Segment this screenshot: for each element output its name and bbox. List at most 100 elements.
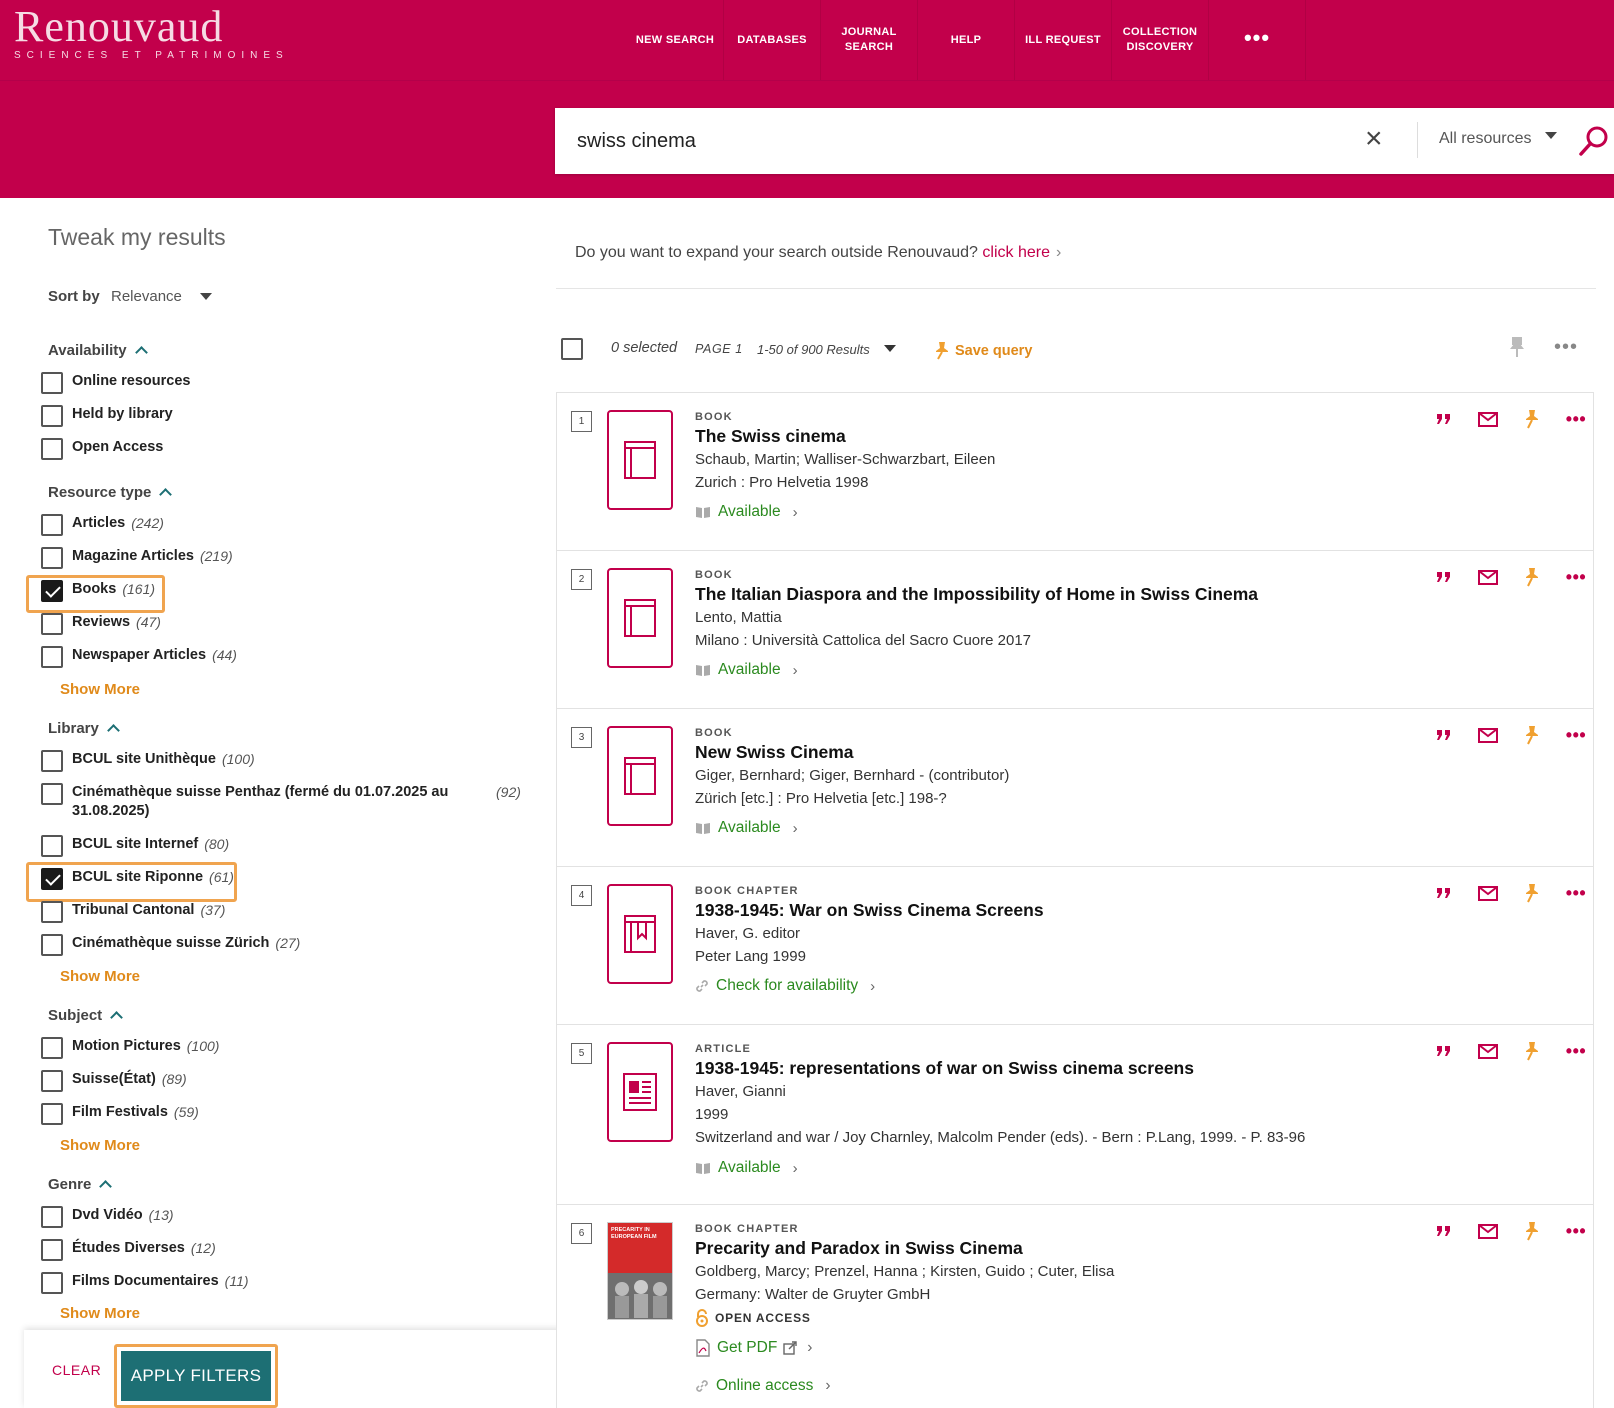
result-number[interactable]: 1 bbox=[571, 411, 592, 432]
checkbox[interactable] bbox=[41, 1239, 63, 1261]
select-all-checkbox[interactable] bbox=[561, 338, 583, 360]
result-title[interactable]: 1938-1945: War on Swiss Cinema Screens bbox=[695, 900, 1044, 921]
email-icon[interactable] bbox=[1466, 407, 1510, 431]
nav-new-search[interactable]: NEW SEARCH bbox=[627, 0, 724, 80]
facet-option[interactable]: Held by library bbox=[41, 405, 173, 427]
results-dropdown-icon[interactable] bbox=[884, 345, 896, 352]
nav-more-icon[interactable]: ••• bbox=[1209, 0, 1306, 80]
result-title[interactable]: The Italian Diaspora and the Impossibili… bbox=[695, 584, 1258, 605]
facet-option-selected[interactable]: BCUL site Riponne (61) bbox=[41, 868, 234, 890]
online-access-link[interactable]: Online access › bbox=[695, 1377, 831, 1395]
clear-filters-button[interactable]: CLEAR bbox=[52, 1362, 101, 1378]
availability-link[interactable]: Available › bbox=[695, 1159, 798, 1177]
checkbox[interactable] bbox=[41, 901, 63, 923]
clear-search-icon[interactable]: × bbox=[1365, 124, 1383, 154]
email-icon[interactable] bbox=[1466, 565, 1510, 589]
more-options-icon[interactable]: ••• bbox=[1554, 336, 1578, 359]
facet-option[interactable]: BCUL site Unithèque (100) bbox=[41, 750, 255, 772]
more-actions-icon[interactable]: ••• bbox=[1554, 407, 1598, 431]
get-pdf-link[interactable]: Get PDF › bbox=[695, 1339, 812, 1357]
pin-icon[interactable] bbox=[1510, 1219, 1554, 1243]
cite-icon[interactable] bbox=[1422, 1039, 1466, 1063]
checkbox[interactable] bbox=[41, 1272, 63, 1294]
sort-dropdown-icon[interactable] bbox=[200, 293, 212, 300]
checkbox[interactable] bbox=[41, 1103, 63, 1125]
more-actions-icon[interactable]: ••• bbox=[1554, 1039, 1598, 1063]
cover-image[interactable]: PRECARITY IN EUROPEAN FILM bbox=[607, 1222, 673, 1320]
checkbox-checked[interactable] bbox=[41, 580, 63, 602]
nav-ill-request[interactable]: ILL REQUEST bbox=[1015, 0, 1112, 80]
result-item[interactable]: 6 PRECARITY IN EUROPEAN FILM BOOK CHAPTE… bbox=[556, 1204, 1594, 1408]
availability-link[interactable]: Available › bbox=[695, 819, 798, 837]
facet-availability-toggle[interactable]: Availability bbox=[48, 342, 148, 359]
search-input[interactable] bbox=[577, 126, 1277, 156]
availability-link[interactable]: Available › bbox=[695, 503, 798, 521]
facet-option[interactable]: Magazine Articles (219) bbox=[41, 547, 233, 569]
facet-option-selected[interactable]: Books (161) bbox=[41, 580, 155, 602]
cite-icon[interactable] bbox=[1422, 407, 1466, 431]
show-more-library[interactable]: Show More bbox=[60, 968, 140, 985]
result-item[interactable]: 2 BOOK The Italian Diaspora and the Impo… bbox=[556, 550, 1594, 708]
save-query-button[interactable]: Save query bbox=[933, 340, 1032, 360]
result-title[interactable]: 1938-1945: representations of war on Swi… bbox=[695, 1058, 1194, 1079]
checkbox[interactable] bbox=[41, 934, 63, 956]
facet-option[interactable]: Reviews (47) bbox=[41, 613, 161, 635]
facet-option[interactable]: Études Diverses (12) bbox=[41, 1239, 216, 1261]
pin-icon[interactable] bbox=[1510, 565, 1554, 589]
more-actions-icon[interactable]: ••• bbox=[1554, 1219, 1598, 1243]
nav-journal-search[interactable]: JOURNAL SEARCH bbox=[821, 0, 918, 80]
email-icon[interactable] bbox=[1466, 723, 1510, 747]
result-item[interactable]: 4 BOOK CHAPTER 1938-1945: War on Swiss C… bbox=[556, 866, 1594, 1024]
pin-icon[interactable] bbox=[1510, 407, 1554, 431]
cite-icon[interactable] bbox=[1422, 1219, 1466, 1243]
cite-icon[interactable] bbox=[1422, 723, 1466, 747]
facet-option[interactable]: Newspaper Articles (44) bbox=[41, 646, 237, 668]
checkbox[interactable] bbox=[41, 835, 63, 857]
results-range-select[interactable]: 1-50 of 900 Results bbox=[757, 342, 870, 357]
result-title[interactable]: New Swiss Cinema bbox=[695, 742, 854, 763]
result-item[interactable]: 1 BOOK The Swiss cinema Schaub, Martin; … bbox=[556, 392, 1594, 550]
result-number[interactable]: 6 bbox=[571, 1223, 592, 1244]
apply-filters-button[interactable]: APPLY FILTERS bbox=[121, 1351, 271, 1401]
more-actions-icon[interactable]: ••• bbox=[1554, 881, 1598, 905]
pin-icon[interactable] bbox=[1510, 881, 1554, 905]
result-item[interactable]: 3 BOOK New Swiss Cinema Giger, Bernhard;… bbox=[556, 708, 1594, 866]
scope-dropdown-icon[interactable] bbox=[1545, 132, 1557, 139]
pinned-items-icon[interactable] bbox=[1508, 336, 1526, 358]
facet-option[interactable]: Motion Pictures (100) bbox=[41, 1037, 219, 1059]
facet-option[interactable]: Cinémathèque suisse Zürich (27) bbox=[41, 934, 300, 956]
pin-icon[interactable] bbox=[1510, 723, 1554, 747]
facet-option[interactable]: Films Documentaires (11) bbox=[41, 1272, 249, 1294]
email-icon[interactable] bbox=[1466, 1039, 1510, 1063]
search-icon[interactable] bbox=[1577, 124, 1611, 158]
result-title[interactable]: The Swiss cinema bbox=[695, 426, 846, 447]
checkbox[interactable] bbox=[41, 514, 63, 536]
facet-option[interactable]: Suisse(État) (89) bbox=[41, 1070, 187, 1092]
nav-help[interactable]: HELP bbox=[918, 0, 1015, 80]
renouvaud-logo[interactable]: Renouvaud SCIENCES ET PATRIMOINES bbox=[14, 4, 289, 62]
cite-icon[interactable] bbox=[1422, 881, 1466, 905]
facet-option[interactable]: BCUL site Internef (80) bbox=[41, 835, 229, 857]
result-number[interactable]: 5 bbox=[571, 1043, 592, 1064]
availability-link[interactable]: Available › bbox=[695, 661, 798, 679]
nav-databases[interactable]: DATABASES bbox=[724, 0, 821, 80]
nav-collection-discovery[interactable]: COLLECTION DISCOVERY bbox=[1112, 0, 1209, 80]
cite-icon[interactable] bbox=[1422, 565, 1466, 589]
facet-subject-toggle[interactable]: Subject bbox=[48, 1007, 124, 1024]
checkbox-checked[interactable] bbox=[41, 868, 63, 890]
facet-resource-type-toggle[interactable]: Resource type bbox=[48, 484, 173, 501]
more-actions-icon[interactable]: ••• bbox=[1554, 723, 1598, 747]
pin-icon[interactable] bbox=[1510, 1039, 1554, 1063]
result-item[interactable]: 5 ARTICLE 1938-1945: representations of … bbox=[556, 1024, 1594, 1204]
email-icon[interactable] bbox=[1466, 1219, 1510, 1243]
checkbox[interactable] bbox=[41, 613, 63, 635]
checkbox[interactable] bbox=[41, 750, 63, 772]
checkbox[interactable] bbox=[41, 646, 63, 668]
facet-option[interactable]: Film Festivals (59) bbox=[41, 1103, 199, 1125]
facet-genre-toggle[interactable]: Genre bbox=[48, 1176, 113, 1193]
show-more-genre[interactable]: Show More bbox=[60, 1305, 140, 1322]
search-scope-select[interactable]: All resources bbox=[1439, 130, 1531, 148]
show-more-resource-type[interactable]: Show More bbox=[60, 681, 140, 698]
facet-option[interactable]: Tribunal Cantonal (37) bbox=[41, 901, 225, 923]
result-number[interactable]: 4 bbox=[571, 885, 592, 906]
